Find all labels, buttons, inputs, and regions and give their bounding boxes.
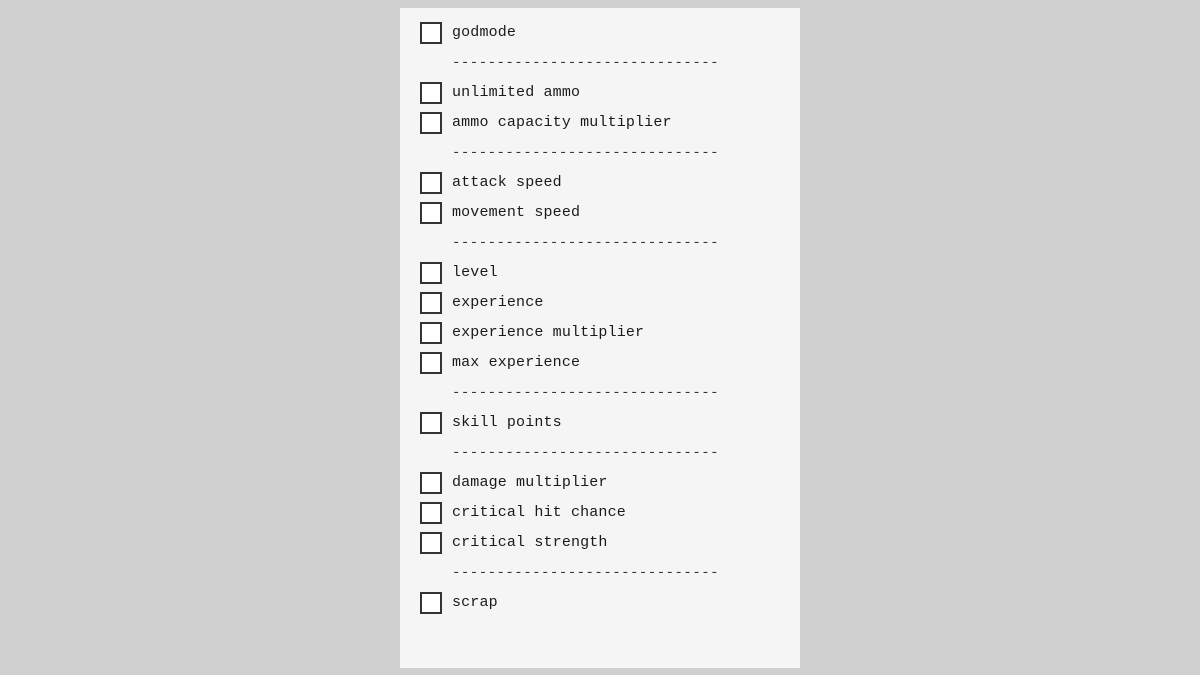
separator-placeholder [420,442,442,464]
separator-row: ------------------------------ [420,48,780,78]
cheat-checkbox[interactable] [420,292,442,314]
cheat-label: damage multiplier [452,474,608,491]
cheat-checkbox[interactable] [420,172,442,194]
cheat-label: attack speed [452,174,562,191]
cheat-checkbox[interactable] [420,22,442,44]
separator-placeholder [420,382,442,404]
cheat-item: movement speed [420,198,780,228]
cheat-label: scrap [452,594,498,611]
cheat-item: experience [420,288,780,318]
cheat-checkbox[interactable] [420,112,442,134]
separator-row: ------------------------------ [420,138,780,168]
cheat-label: unlimited ammo [452,84,580,101]
separator-placeholder [420,52,442,74]
cheat-item: level [420,258,780,288]
cheat-label: critical strength [452,534,608,551]
cheat-checkbox[interactable] [420,202,442,224]
cheat-checkbox[interactable] [420,532,442,554]
separator-line: ------------------------------ [452,55,719,71]
cheat-checkbox[interactable] [420,592,442,614]
cheat-item: godmode [420,18,780,48]
cheat-label: godmode [452,24,516,41]
cheats-panel: godmode ------------------------------ unl… [400,8,800,668]
separator-placeholder [420,142,442,164]
cheat-checkbox[interactable] [420,412,442,434]
cheat-checkbox[interactable] [420,262,442,284]
cheat-checkbox[interactable] [420,352,442,374]
cheat-item: experience multiplier [420,318,780,348]
separator-line: ------------------------------ [452,565,719,581]
separator-placeholder [420,232,442,254]
cheat-item: max experience [420,348,780,378]
cheat-label: experience multiplier [452,324,644,341]
cheat-item: critical strength [420,528,780,558]
separator-row: ------------------------------ [420,438,780,468]
cheat-label: level [452,264,498,281]
separator-row: ------------------------------ [420,558,780,588]
cheat-label: max experience [452,354,580,371]
cheat-label: movement speed [452,204,580,221]
separator-row: ------------------------------ [420,378,780,408]
cheat-item: attack speed [420,168,780,198]
cheat-checkbox[interactable] [420,472,442,494]
cheat-checkbox[interactable] [420,82,442,104]
cheat-label: experience [452,294,544,311]
separator-line: ------------------------------ [452,145,719,161]
cheat-checkbox[interactable] [420,322,442,344]
separator-line: ------------------------------ [452,235,719,251]
cheat-checkbox[interactable] [420,502,442,524]
separator-line: ------------------------------ [452,445,719,461]
cheat-item: damage multiplier [420,468,780,498]
separator-placeholder [420,562,442,584]
cheat-item: ammo capacity multiplier [420,108,780,138]
cheat-item: unlimited ammo [420,78,780,108]
cheat-label: ammo capacity multiplier [452,114,672,131]
cheat-label: skill points [452,414,562,431]
cheat-item: skill points [420,408,780,438]
cheat-label: critical hit chance [452,504,626,521]
cheat-item: scrap [420,588,780,618]
cheat-item: critical hit chance [420,498,780,528]
separator-row: ------------------------------ [420,228,780,258]
separator-line: ------------------------------ [452,385,719,401]
